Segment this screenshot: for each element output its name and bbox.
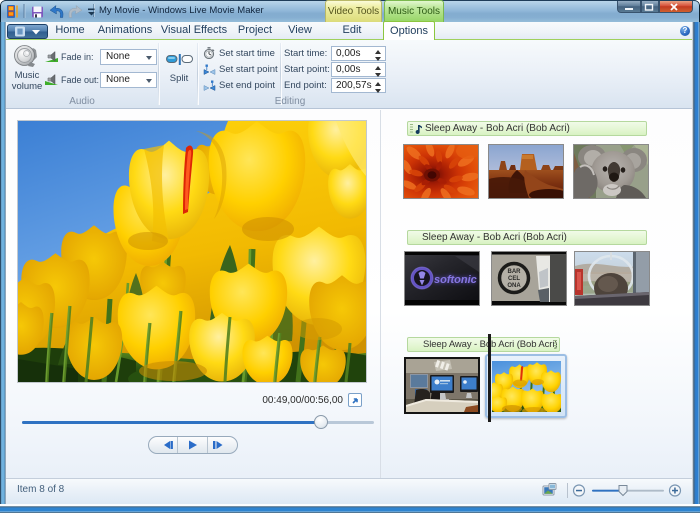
svg-text:softonic: softonic: [434, 274, 477, 286]
svg-text:BAR: BAR: [508, 269, 522, 275]
svg-text:CEL: CEL: [508, 276, 520, 282]
svg-text:ONA: ONA: [507, 283, 521, 289]
